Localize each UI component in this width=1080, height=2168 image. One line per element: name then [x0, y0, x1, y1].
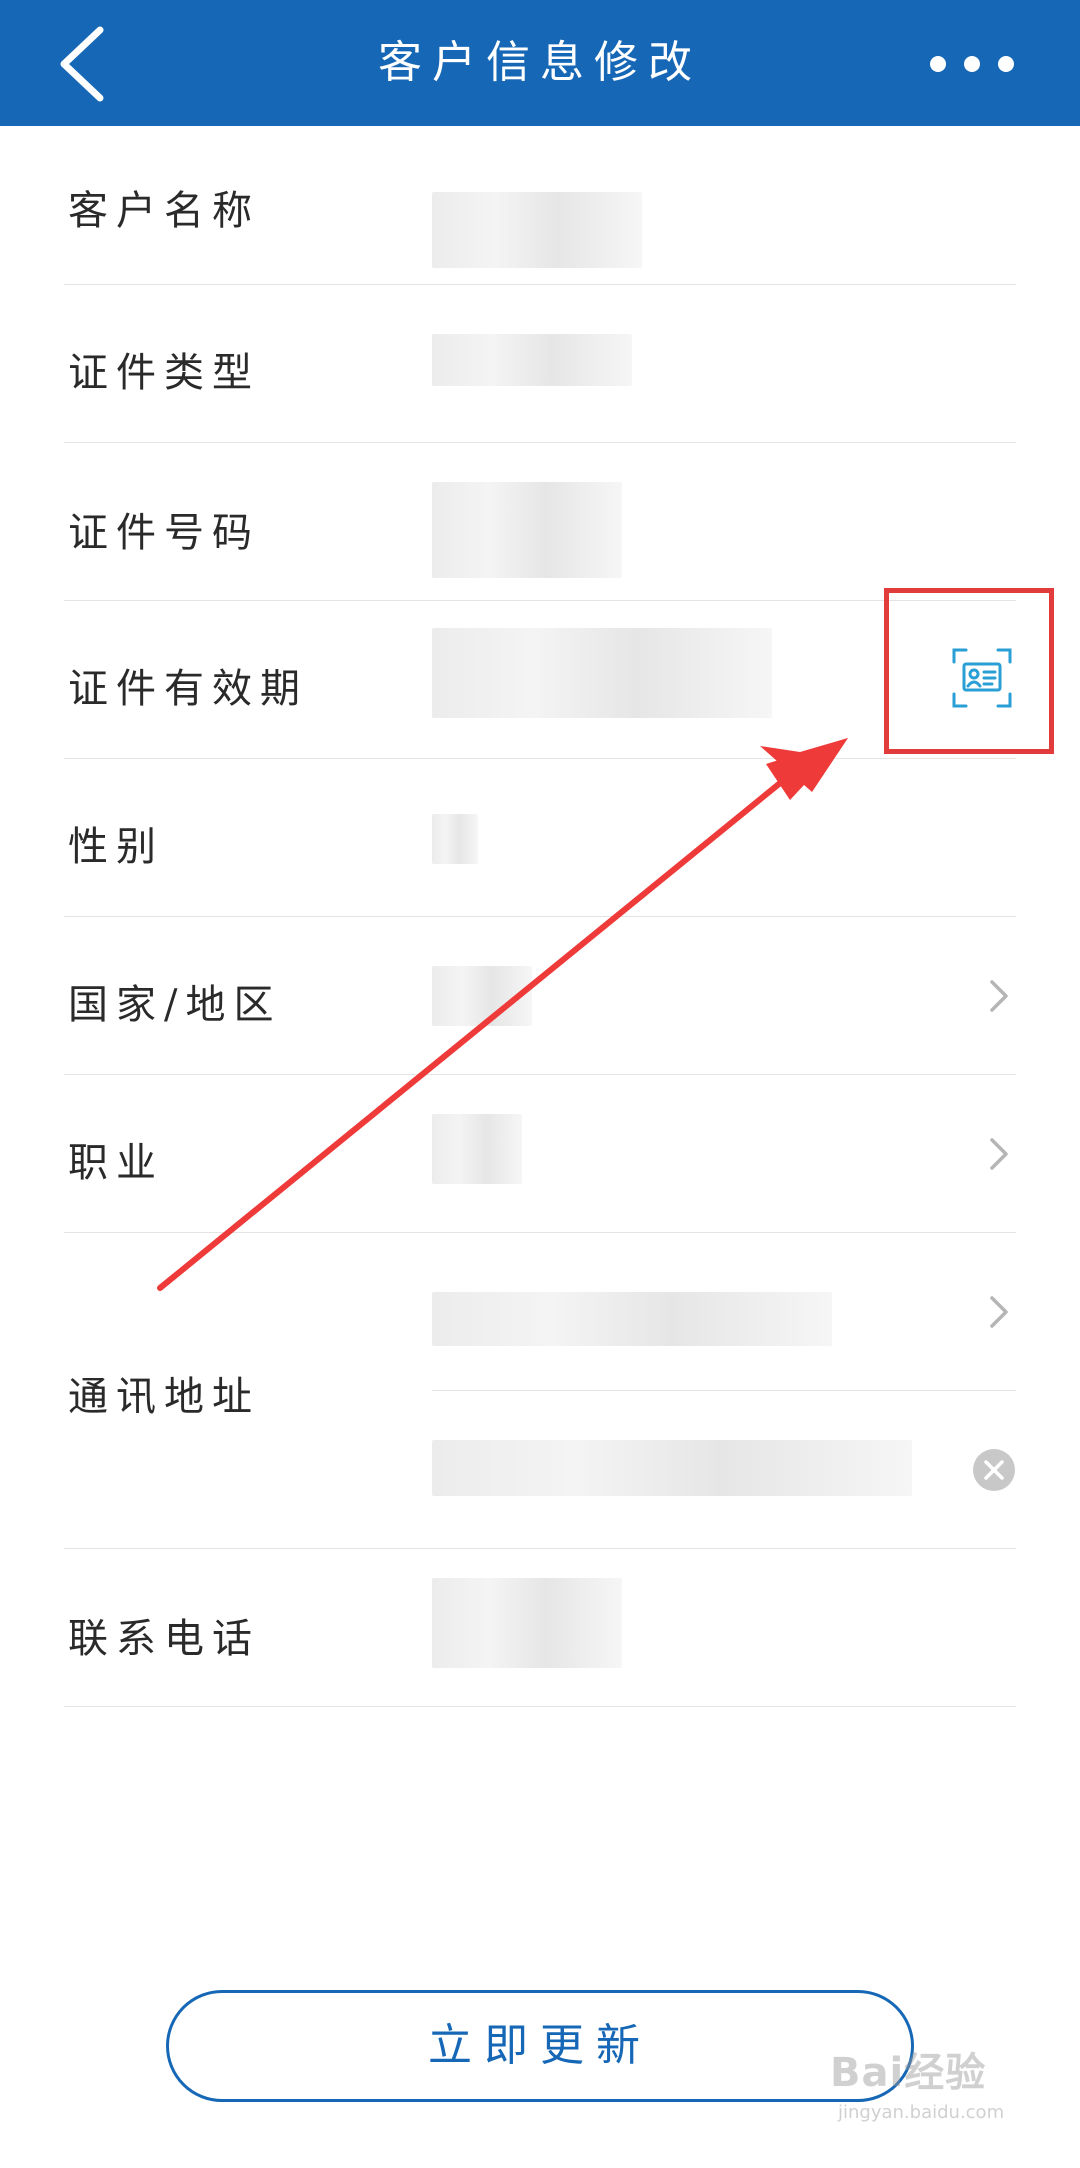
row-label: 通讯地址	[68, 1374, 260, 1420]
row-contact-phone[interactable]: 联系电话	[64, 1548, 1016, 1707]
row-id-type[interactable]: 证件类型	[64, 284, 1016, 443]
row-mailing-address[interactable]: 通讯地址	[64, 1232, 1016, 1549]
watermark-url: jingyan.baidu.com	[838, 2102, 1005, 2123]
chevron-right-icon[interactable]	[986, 1292, 1012, 1332]
row-label: 证件有效期	[68, 666, 308, 712]
row-label: 证件号码	[68, 510, 260, 556]
row-label: 国家/地区	[68, 982, 282, 1028]
redacted-value	[432, 966, 532, 1026]
update-now-button[interactable]: 立即更新	[166, 1990, 914, 2102]
redacted-region	[432, 1292, 832, 1346]
row-label: 职业	[68, 1140, 164, 1186]
redacted-value	[432, 192, 642, 268]
clear-address-button[interactable]	[972, 1448, 1016, 1492]
row-id-validity[interactable]: 证件有效期	[64, 600, 1016, 759]
page-title: 客户信息修改	[378, 37, 702, 88]
row-label: 客户名称	[68, 188, 260, 234]
row-occupation[interactable]: 职业	[64, 1074, 1016, 1233]
baidu-watermark: Bai经验 jingyan.baidu.com	[830, 2040, 1050, 2150]
chevron-right-icon[interactable]	[986, 1134, 1012, 1174]
row-gender[interactable]: 性别	[64, 758, 1016, 917]
clear-icon	[973, 1449, 1015, 1491]
redacted-value	[432, 628, 772, 718]
redacted-value	[432, 482, 622, 578]
watermark-logo: Bai经验	[830, 2050, 987, 2096]
redacted-value	[432, 1114, 522, 1184]
redacted-value	[432, 814, 478, 864]
more-button[interactable]	[922, 42, 1022, 86]
row-country-region[interactable]: 国家/地区	[64, 916, 1016, 1075]
row-label: 证件类型	[68, 350, 260, 396]
redacted-value	[432, 1578, 622, 1668]
sub-divider	[432, 1390, 1016, 1391]
more-horizontal-icon	[930, 56, 1014, 72]
app-header: 客户信息修改	[0, 0, 1080, 126]
id-card-scan-icon	[952, 648, 1012, 708]
row-id-number[interactable]: 证件号码	[64, 442, 1016, 601]
row-customer-name[interactable]: 客户名称	[64, 126, 1016, 285]
chevron-right-icon[interactable]	[986, 976, 1012, 1016]
row-label: 性别	[68, 824, 164, 870]
redacted-value	[432, 334, 632, 386]
redacted-address	[432, 1440, 912, 1496]
row-label: 联系电话	[68, 1616, 260, 1662]
id-card-scan-button[interactable]	[952, 648, 1012, 708]
